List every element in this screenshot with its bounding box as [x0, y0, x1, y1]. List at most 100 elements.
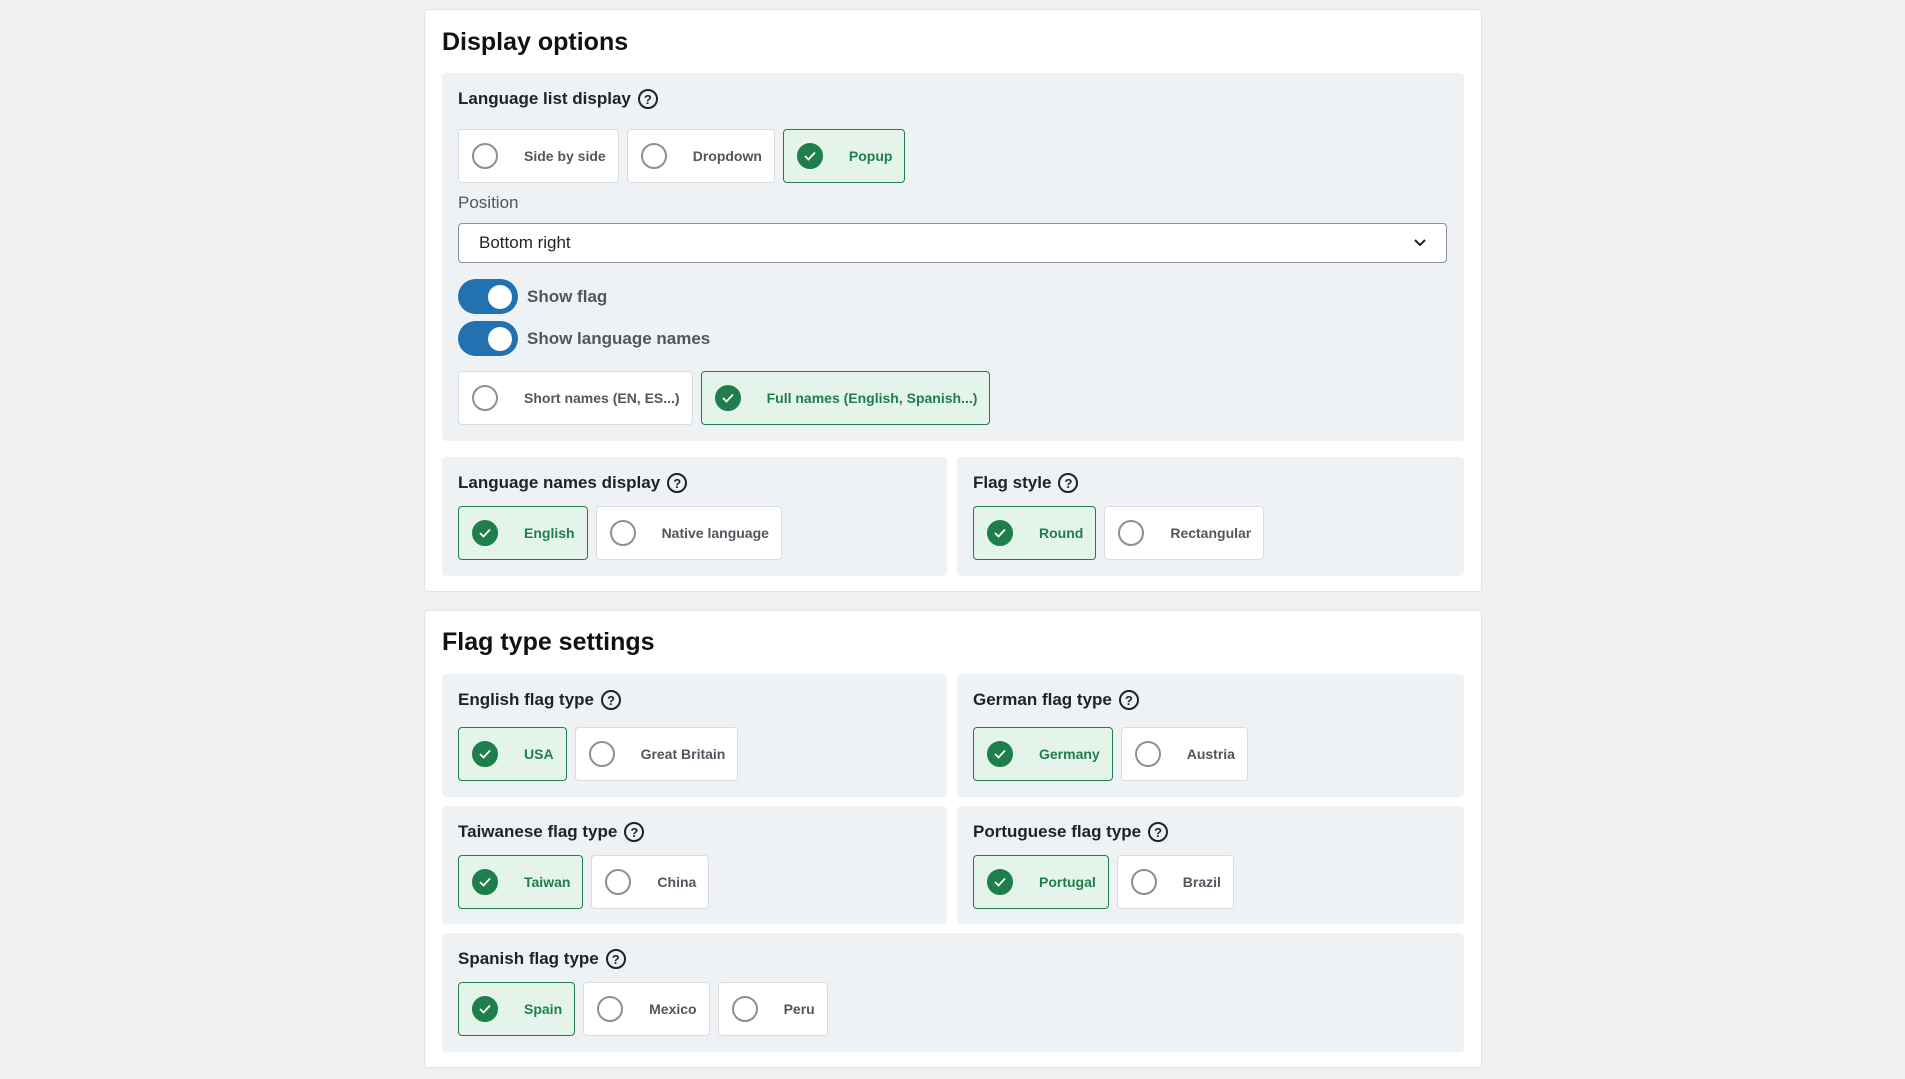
- show-language-names-row: Show language names: [458, 321, 710, 356]
- show-language-names-toggle[interactable]: [458, 321, 518, 356]
- check-icon: [479, 877, 491, 887]
- option-label: Portugal: [1039, 874, 1096, 890]
- help-icon[interactable]: ?: [624, 822, 645, 842]
- flag-style-options: Round Rectangular: [973, 506, 1265, 560]
- option-spain[interactable]: Spain: [458, 982, 576, 1036]
- radio-unchecked: [588, 741, 615, 767]
- option-label: English: [524, 525, 575, 541]
- check-icon: [804, 151, 816, 161]
- language-names-display-text: Language names display: [458, 473, 661, 492]
- taiwanese-flag-text: Taiwanese flag type: [458, 822, 618, 841]
- toggle-knob: [488, 285, 512, 309]
- help-icon[interactable]: ?: [637, 89, 658, 109]
- option-label: Dropdown: [692, 148, 762, 164]
- option-label: USA: [524, 746, 554, 762]
- flag-style-label: Flag style ?: [973, 473, 1079, 493]
- option-austria[interactable]: Austria: [1120, 727, 1248, 781]
- option-label: Native language: [661, 525, 769, 541]
- option-label: Peru: [783, 1001, 815, 1017]
- option-usa[interactable]: USA: [458, 727, 567, 781]
- help-icon[interactable]: ?: [1118, 690, 1139, 710]
- radio-unchecked: [472, 143, 498, 169]
- check-icon: [994, 877, 1006, 887]
- spanish-flag-options: Spain Mexico Peru: [458, 982, 828, 1036]
- flag-style-panel: Flag style ? Round Rectangular: [957, 457, 1464, 576]
- english-flag-panel: English flag type ? USA Great Britain: [442, 674, 947, 797]
- language-list-display-label: Language list display ?: [458, 89, 658, 109]
- flag-style-text: Flag style: [973, 473, 1052, 492]
- spanish-flag-panel: Spanish flag type ? Spain Mexico Peru: [442, 933, 1464, 1052]
- option-label: Full names (English, Spanish...): [766, 390, 978, 406]
- portuguese-flag-label: Portuguese flag type ?: [973, 822, 1169, 842]
- option-great-britain[interactable]: Great Britain: [574, 727, 739, 781]
- option-label: Taiwan: [524, 874, 571, 890]
- help-icon[interactable]: ?: [667, 473, 688, 493]
- option-popup[interactable]: Popup: [782, 129, 906, 183]
- option-brazil[interactable]: Brazil: [1116, 855, 1234, 909]
- radio-unchecked: [597, 996, 624, 1022]
- position-label: Position: [458, 193, 519, 212]
- toggle-knob: [488, 327, 512, 351]
- flag-type-settings-card: Flag type settings English flag type ? U…: [424, 610, 1482, 1068]
- option-label: Brazil: [1182, 874, 1221, 890]
- radio-unchecked: [1118, 520, 1145, 546]
- option-label: Great Britain: [640, 746, 726, 762]
- german-flag-panel: German flag type ? Germany Austria: [957, 674, 1464, 797]
- radio-checked: [472, 520, 498, 546]
- radio-checked: [987, 741, 1013, 767]
- check-icon: [479, 1004, 491, 1014]
- option-short-names-en-es[interactable]: Short names (EN, ES...): [458, 371, 693, 425]
- taiwanese-flag-options: Taiwan China: [458, 855, 710, 909]
- check-icon: [994, 528, 1006, 538]
- radio-checked: [472, 869, 498, 895]
- language-names-display-panel: Language names display ? English Native l…: [442, 457, 947, 576]
- check-icon: [479, 528, 491, 538]
- show-language-names-label: Show language names: [527, 328, 711, 348]
- option-dropdown[interactable]: Dropdown: [626, 129, 775, 183]
- radio-checked: [714, 385, 741, 411]
- option-rectangular[interactable]: Rectangular: [1104, 506, 1265, 560]
- radio-checked: [987, 520, 1013, 546]
- option-side-by-side[interactable]: Side by side: [458, 129, 619, 183]
- show-flag-row: Show flag: [458, 279, 607, 314]
- option-english[interactable]: English: [458, 506, 588, 560]
- help-icon[interactable]: ?: [601, 690, 622, 710]
- option-native-language[interactable]: Native language: [595, 506, 782, 560]
- language-names-display-label: Language names display ?: [458, 473, 688, 493]
- english-flag-text: English flag type: [458, 690, 595, 709]
- position-select-value: Bottom right: [479, 233, 571, 252]
- radio-unchecked: [472, 385, 498, 411]
- radio-checked: [472, 741, 498, 767]
- english-flag-options: USA Great Britain: [458, 727, 739, 781]
- help-icon[interactable]: ?: [1058, 473, 1079, 493]
- help-icon[interactable]: ?: [1148, 822, 1169, 842]
- language-list-panel: Language list display ? Side by side Drop…: [442, 73, 1464, 441]
- taiwanese-flag-panel: Taiwanese flag type ? Taiwan China: [442, 806, 947, 924]
- portuguese-flag-options: Portugal Brazil: [973, 855, 1234, 909]
- option-germany[interactable]: Germany: [973, 727, 1113, 781]
- option-label: Popup: [848, 148, 893, 164]
- show-flag-toggle[interactable]: [458, 279, 518, 314]
- help-icon[interactable]: ?: [605, 949, 626, 969]
- spanish-flag-text: Spanish flag type: [458, 949, 599, 968]
- option-label: Rectangular: [1170, 525, 1252, 541]
- position-select[interactable]: Bottom right: [458, 223, 1447, 263]
- option-portugal[interactable]: Portugal: [973, 855, 1109, 909]
- radio-unchecked: [1130, 869, 1157, 895]
- option-taiwan[interactable]: Taiwan: [458, 855, 584, 909]
- radio-unchecked: [609, 520, 636, 546]
- flag-type-settings-title: Flag type settings: [442, 628, 655, 656]
- check-icon: [721, 393, 734, 403]
- german-flag-options: Germany Austria: [973, 727, 1248, 781]
- option-round[interactable]: Round: [973, 506, 1097, 560]
- option-peru[interactable]: Peru: [717, 982, 828, 1036]
- radio-unchecked: [640, 143, 667, 169]
- option-label: Side by side: [524, 148, 606, 164]
- option-full-names-english-spanish[interactable]: Full names (English, Spanish...): [700, 371, 991, 425]
- option-china[interactable]: China: [591, 855, 710, 909]
- spanish-flag-label: Spanish flag type ?: [458, 949, 626, 969]
- option-mexico[interactable]: Mexico: [583, 982, 710, 1036]
- english-flag-label: English flag type ?: [458, 690, 622, 710]
- language-names-display-options: English Native language: [458, 506, 782, 560]
- language-list-display-text: Language list display: [458, 89, 631, 108]
